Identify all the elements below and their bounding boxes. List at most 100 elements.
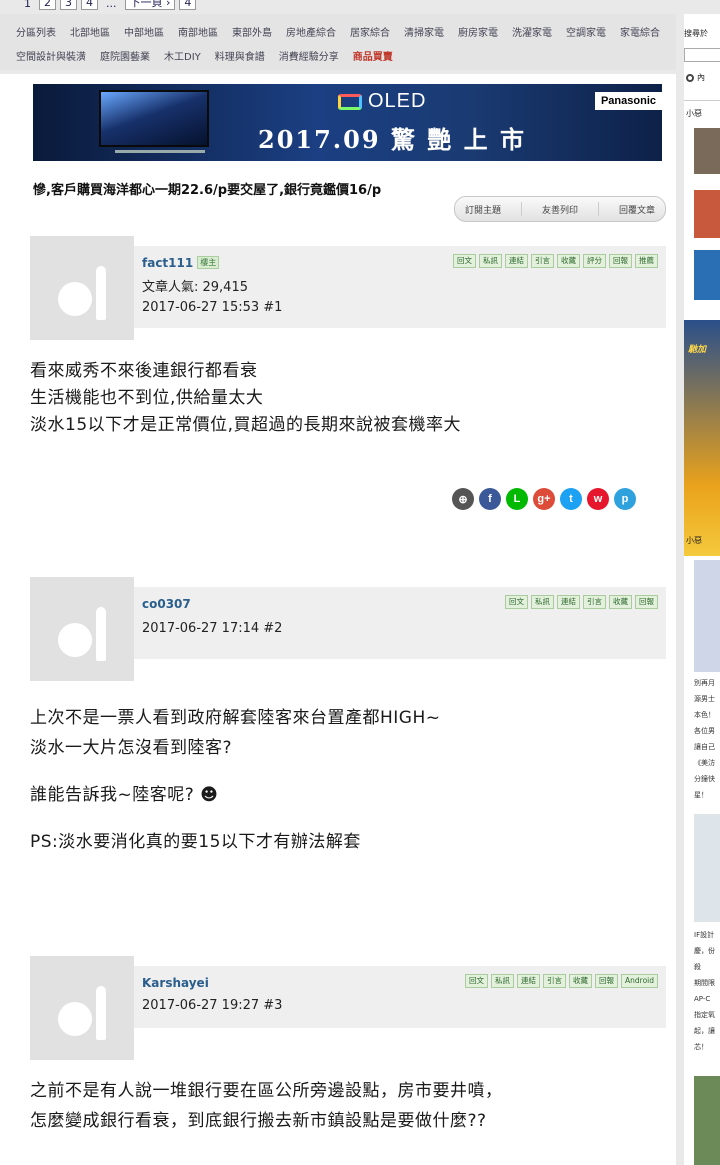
pager-next[interactable]: 下一頁 › <box>124 0 176 10</box>
tv-stand <box>115 150 205 153</box>
post-tool-button[interactable]: 評分 <box>583 254 606 268</box>
promo-line[interactable]: 分鐘快 <box>694 774 715 785</box>
pager-last[interactable]: 4 <box>179 0 197 10</box>
post-tool-button[interactable]: 引言 <box>531 254 554 268</box>
forum-nav-item-hot[interactable]: 商品買賣 <box>353 46 393 70</box>
post-tool-button[interactable]: 連結 <box>505 254 528 268</box>
post-tool-button[interactable]: 回文 <box>465 974 488 988</box>
post-tool-button[interactable]: 收藏 <box>569 974 592 988</box>
promo-line[interactable]: AP-C <box>694 994 710 1005</box>
main-column: OLED 2017.09 驚 艷 上 市 Panasonic 慘,客戶購買海洋都… <box>0 74 676 1165</box>
product-thumb[interactable] <box>694 814 720 922</box>
pager-page-4[interactable]: 4 <box>81 0 98 10</box>
forum-nav-item[interactable]: 消費經驗分享 <box>279 46 339 70</box>
promo-line[interactable]: 期間限 <box>694 978 715 989</box>
promo-line[interactable]: 別再月 <box>694 678 715 689</box>
post-tool-button[interactable]: 私訊 <box>479 254 502 268</box>
promo-line[interactable]: 本色！ <box>694 710 715 721</box>
promo-line[interactable]: 各位男 <box>694 726 715 737</box>
op-badge: 樓主 <box>197 256 220 269</box>
forum-nav-item[interactable]: 庭院園藝業 <box>100 46 150 70</box>
post-tool-button[interactable]: 私訊 <box>491 974 514 988</box>
plurk-icon[interactable]: p <box>614 488 636 510</box>
pager-page-2[interactable]: 2 <box>39 0 56 10</box>
pager-page-3[interactable]: 3 <box>60 0 77 10</box>
forum-nav-item[interactable]: 中部地區 <box>124 22 164 46</box>
forum-nav-item[interactable]: 房地產綜合 <box>286 22 336 46</box>
post-tool-button[interactable]: 引言 <box>583 595 606 609</box>
post-tool-button[interactable]: 回文 <box>505 595 528 609</box>
phone-thumb[interactable] <box>694 190 720 238</box>
line-icon[interactable]: L <box>506 488 528 510</box>
forum-nav-item[interactable]: 空調家電 <box>566 22 606 46</box>
search-scope-radio[interactable]: 內 <box>686 72 705 83</box>
post-tool-button[interactable]: 私訊 <box>531 595 554 609</box>
post-line: 誰能告訴我~陸客呢? ☻ <box>30 785 219 805</box>
post-line: 怎麼變成銀行看衰，到底銀行搬去新市鎮設點是要做什麼?? <box>30 1111 487 1131</box>
forum-nav-item[interactable]: 廚房家電 <box>458 22 498 46</box>
pager-first[interactable]: 1 <box>20 0 35 10</box>
forum-nav-item[interactable]: 空間設計與裝潢 <box>16 46 86 70</box>
promo-line[interactable]: 星！ <box>694 790 708 801</box>
post-tool-button[interactable]: 連結 <box>517 974 540 988</box>
promo-line[interactable]: 指定氧 <box>694 1010 715 1021</box>
app-thumb[interactable] <box>694 250 720 300</box>
forum-nav-item[interactable]: 分區列表 <box>16 22 56 46</box>
post-tools: 回文 私訊 連結 引言 收藏 評分 回報 推薦 <box>453 254 658 268</box>
forum-nav-item[interactable]: 家電綜合 <box>620 22 660 46</box>
post-tool-button[interactable]: 回報 <box>595 974 618 988</box>
fork-icon <box>96 266 106 320</box>
forum-nav-item[interactable]: 北部地區 <box>70 22 110 46</box>
post-tool-button[interactable]: 收藏 <box>557 254 580 268</box>
sidebar-ad[interactable]: 馳加 <box>684 320 720 556</box>
post-tool-button[interactable]: 回文 <box>453 254 476 268</box>
camera-thumb[interactable] <box>694 128 720 174</box>
promo-line[interactable]: 慶，份 <box>694 946 715 957</box>
reply-button[interactable]: 回覆文章 <box>619 203 655 216</box>
promo-line[interactable]: 讓自己 <box>694 742 715 753</box>
post-tool-button[interactable]: 引言 <box>543 974 566 988</box>
promo-line[interactable]: IF設計 <box>694 930 714 941</box>
house-thumb[interactable] <box>694 1076 720 1165</box>
post-tool-button[interactable]: 回報 <box>635 595 658 609</box>
forum-nav-item[interactable]: 清掃家電 <box>404 22 444 46</box>
promo-line[interactable]: 《美汸 <box>694 758 715 769</box>
sidebar-search-input[interactable] <box>684 48 720 62</box>
ad-banner[interactable]: OLED 2017.09 驚 艷 上 市 Panasonic <box>33 84 662 161</box>
post-tool-button[interactable]: 回報 <box>609 254 632 268</box>
username-text[interactable]: fact111 <box>142 256 193 270</box>
post-body: 看來威秀不來後連銀行都看衰 生活機能也不到位,供給量太大 淡水15以下才是正常價位,… <box>30 358 650 439</box>
username[interactable]: fact111 樓主 <box>142 256 220 270</box>
google-plus-icon[interactable]: g+ <box>533 488 555 510</box>
oled-logo: OLED <box>338 90 426 113</box>
promo-line[interactable]: 芯！ <box>694 1042 708 1053</box>
promo-line[interactable]: 起，讓 <box>694 1026 715 1037</box>
print-button[interactable]: 友善列印 <box>542 203 578 216</box>
twitter-icon[interactable]: t <box>560 488 582 510</box>
post-tool-button[interactable]: 推薦 <box>635 254 658 268</box>
post-tool-button[interactable]: Android <box>621 974 658 988</box>
avatar[interactable] <box>30 956 134 1060</box>
forum-nav-item[interactable]: 南部地區 <box>178 22 218 46</box>
username[interactable]: co0307 <box>142 597 191 611</box>
forum-nav-item[interactable]: 洗濯家電 <box>512 22 552 46</box>
forum-nav-item[interactable]: 木工DIY <box>164 46 201 70</box>
promo-thumb[interactable] <box>694 560 720 672</box>
share-icon[interactable]: ⊕ <box>452 488 474 510</box>
post-tool-button[interactable]: 連結 <box>557 595 580 609</box>
username[interactable]: Karshayei <box>142 976 209 990</box>
post-line: 上次不是一票人看到政府解套陸客來台置產都HIGH~ <box>30 708 441 728</box>
post-tool-button[interactable]: 收藏 <box>609 595 632 609</box>
forum-nav-item[interactable]: 料理與食譜 <box>215 46 265 70</box>
thread-actions: 訂閱主題 友善列印 回覆文章 <box>454 196 666 222</box>
promo-line[interactable]: 殺 <box>694 962 701 973</box>
forum-nav-item[interactable]: 居家綜合 <box>350 22 390 46</box>
weibo-icon[interactable]: w <box>587 488 609 510</box>
promo-line[interactable]: 源男士 <box>694 694 715 705</box>
avatar[interactable] <box>30 236 134 340</box>
avatar[interactable] <box>30 577 134 681</box>
fb-icon[interactable]: f <box>479 488 501 510</box>
forum-nav-item[interactable]: 東部外島 <box>232 22 272 46</box>
subscribe-button[interactable]: 訂閱主題 <box>465 203 501 216</box>
post-line: 淡水15以下才是正常價位,買超過的長期來說被套機率大 <box>30 415 462 435</box>
